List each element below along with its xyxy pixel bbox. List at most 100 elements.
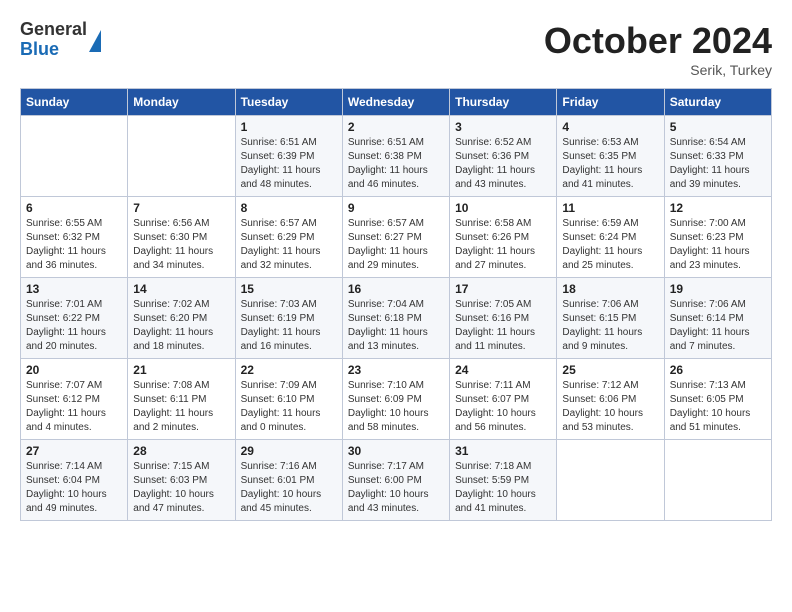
day-info: Sunrise: 6:57 AMSunset: 6:29 PMDaylight:… bbox=[241, 217, 337, 273]
day-info: Sunrise: 7:13 AMSunset: 6:05 PMDaylight:… bbox=[670, 379, 766, 435]
day-info: Sunrise: 6:52 AMSunset: 6:36 PMDaylight:… bbox=[455, 136, 551, 192]
day-number: 16 bbox=[348, 282, 444, 296]
calendar-day bbox=[21, 116, 128, 197]
day-number: 12 bbox=[670, 201, 766, 215]
day-number: 6 bbox=[26, 201, 122, 215]
calendar-day: 13Sunrise: 7:01 AMSunset: 6:22 PMDayligh… bbox=[21, 278, 128, 359]
month-title: October 2024 bbox=[544, 20, 772, 62]
day-number: 26 bbox=[670, 363, 766, 377]
day-number: 30 bbox=[348, 444, 444, 458]
calendar-day: 2 Sunrise: 6:51 AMSunset: 6:38 PMDaylight… bbox=[342, 116, 449, 197]
calendar-day bbox=[664, 440, 771, 521]
day-number: 29 bbox=[241, 444, 337, 458]
day-info: Sunrise: 6:51 AMSunset: 6:38 PMDaylight:… bbox=[348, 136, 444, 192]
calendar-day: 26 Sunrise: 7:13 AMSunset: 6:05 PMDayligh… bbox=[664, 359, 771, 440]
calendar-day: 24 Sunrise: 7:11 AMSunset: 6:07 PMDayligh… bbox=[450, 359, 557, 440]
calendar-week-3: 13Sunrise: 7:01 AMSunset: 6:22 PMDayligh… bbox=[21, 278, 772, 359]
day-number: 2 bbox=[348, 120, 444, 134]
day-number: 9 bbox=[348, 201, 444, 215]
day-number: 19 bbox=[670, 282, 766, 296]
calendar-day: 9 Sunrise: 6:57 AMSunset: 6:27 PMDaylight… bbox=[342, 197, 449, 278]
logo-text: General Blue bbox=[20, 20, 87, 60]
day-number: 5 bbox=[670, 120, 766, 134]
day-number: 3 bbox=[455, 120, 551, 134]
day-info: Sunrise: 6:53 AMSunset: 6:35 PMDaylight:… bbox=[562, 136, 658, 192]
day-info: Sunrise: 7:10 AMSunset: 6:09 PMDaylight:… bbox=[348, 379, 444, 435]
day-info: Sunrise: 7:06 AMSunset: 6:15 PMDaylight:… bbox=[562, 298, 658, 354]
calendar-day: 6 Sunrise: 6:55 AMSunset: 6:32 PMDaylight… bbox=[21, 197, 128, 278]
weekday-header-row: SundayMondayTuesdayWednesdayThursdayFrid… bbox=[21, 89, 772, 116]
weekday-header-sunday: Sunday bbox=[21, 89, 128, 116]
logo-icon bbox=[89, 30, 101, 52]
calendar-day: 19 Sunrise: 7:06 AMSunset: 6:14 PMDayligh… bbox=[664, 278, 771, 359]
calendar-day: 29 Sunrise: 7:16 AMSunset: 6:01 PMDayligh… bbox=[235, 440, 342, 521]
calendar-day: 20 Sunrise: 7:07 AMSunset: 6:12 PMDayligh… bbox=[21, 359, 128, 440]
calendar-day: 4 Sunrise: 6:53 AMSunset: 6:35 PMDaylight… bbox=[557, 116, 664, 197]
day-info: Sunrise: 7:14 AMSunset: 6:04 PMDaylight:… bbox=[26, 460, 122, 516]
day-info: Sunrise: 7:16 AMSunset: 6:01 PMDaylight:… bbox=[241, 460, 337, 516]
calendar-day: 17Sunrise: 7:05 AMSunset: 6:16 PMDayligh… bbox=[450, 278, 557, 359]
calendar-day bbox=[128, 116, 235, 197]
day-info: Sunrise: 7:12 AMSunset: 6:06 PMDaylight:… bbox=[562, 379, 658, 435]
day-info: Sunrise: 7:18 AMSunset: 5:59 PMDaylight:… bbox=[455, 460, 551, 516]
calendar-day: 16 Sunrise: 7:04 AMSunset: 6:18 PMDayligh… bbox=[342, 278, 449, 359]
day-info: Sunrise: 7:00 AMSunset: 6:23 PMDaylight:… bbox=[670, 217, 766, 273]
calendar-day: 23 Sunrise: 7:10 AMSunset: 6:09 PMDayligh… bbox=[342, 359, 449, 440]
day-number: 4 bbox=[562, 120, 658, 134]
day-number: 15 bbox=[241, 282, 337, 296]
weekday-header-wednesday: Wednesday bbox=[342, 89, 449, 116]
calendar-day: 3 Sunrise: 6:52 AMSunset: 6:36 PMDaylight… bbox=[450, 116, 557, 197]
weekday-header-monday: Monday bbox=[128, 89, 235, 116]
calendar-day: 10 Sunrise: 6:58 AMSunset: 6:26 PMDayligh… bbox=[450, 197, 557, 278]
calendar-day: 11Sunrise: 6:59 AMSunset: 6:24 PMDayligh… bbox=[557, 197, 664, 278]
location: Serik, Turkey bbox=[544, 62, 772, 78]
day-number: 24 bbox=[455, 363, 551, 377]
calendar-day: 30 Sunrise: 7:17 AMSunset: 6:00 PMDayligh… bbox=[342, 440, 449, 521]
day-number: 27 bbox=[26, 444, 122, 458]
weekday-header-tuesday: Tuesday bbox=[235, 89, 342, 116]
day-info: Sunrise: 6:58 AMSunset: 6:26 PMDaylight:… bbox=[455, 217, 551, 273]
day-number: 11 bbox=[562, 201, 658, 215]
day-info: Sunrise: 6:57 AMSunset: 6:27 PMDaylight:… bbox=[348, 217, 444, 273]
day-number: 18 bbox=[562, 282, 658, 296]
calendar-day: 1 Sunrise: 6:51 AMSunset: 6:39 PMDaylight… bbox=[235, 116, 342, 197]
day-number: 7 bbox=[133, 201, 229, 215]
day-info: Sunrise: 7:02 AMSunset: 6:20 PMDaylight:… bbox=[133, 298, 229, 354]
day-info: Sunrise: 6:51 AMSunset: 6:39 PMDaylight:… bbox=[241, 136, 337, 192]
day-number: 31 bbox=[455, 444, 551, 458]
calendar-day: 14Sunrise: 7:02 AMSunset: 6:20 PMDayligh… bbox=[128, 278, 235, 359]
day-info: Sunrise: 7:03 AMSunset: 6:19 PMDaylight:… bbox=[241, 298, 337, 354]
day-info: Sunrise: 7:11 AMSunset: 6:07 PMDaylight:… bbox=[455, 379, 551, 435]
logo: General Blue bbox=[20, 20, 101, 60]
calendar-table: SundayMondayTuesdayWednesdayThursdayFrid… bbox=[20, 88, 772, 521]
calendar-day bbox=[557, 440, 664, 521]
calendar-day: 18 Sunrise: 7:06 AMSunset: 6:15 PMDayligh… bbox=[557, 278, 664, 359]
day-number: 22 bbox=[241, 363, 337, 377]
day-info: Sunrise: 7:06 AMSunset: 6:14 PMDaylight:… bbox=[670, 298, 766, 354]
page-header: General Blue October 2024 Serik, Turkey bbox=[20, 20, 772, 78]
day-number: 20 bbox=[26, 363, 122, 377]
day-number: 13 bbox=[26, 282, 122, 296]
day-number: 23 bbox=[348, 363, 444, 377]
title-block: October 2024 Serik, Turkey bbox=[544, 20, 772, 78]
weekday-header-friday: Friday bbox=[557, 89, 664, 116]
logo-general: General bbox=[20, 20, 87, 40]
calendar-day: 12 Sunrise: 7:00 AMSunset: 6:23 PMDayligh… bbox=[664, 197, 771, 278]
day-info: Sunrise: 7:07 AMSunset: 6:12 PMDaylight:… bbox=[26, 379, 122, 435]
calendar-day: 28Sunrise: 7:15 AMSunset: 6:03 PMDayligh… bbox=[128, 440, 235, 521]
day-info: Sunrise: 7:17 AMSunset: 6:00 PMDaylight:… bbox=[348, 460, 444, 516]
day-info: Sunrise: 6:54 AMSunset: 6:33 PMDaylight:… bbox=[670, 136, 766, 192]
day-info: Sunrise: 6:55 AMSunset: 6:32 PMDaylight:… bbox=[26, 217, 122, 273]
calendar-day: 21Sunrise: 7:08 AMSunset: 6:11 PMDayligh… bbox=[128, 359, 235, 440]
calendar-day: 31 Sunrise: 7:18 AMSunset: 5:59 PMDayligh… bbox=[450, 440, 557, 521]
day-number: 1 bbox=[241, 120, 337, 134]
day-number: 10 bbox=[455, 201, 551, 215]
weekday-header-saturday: Saturday bbox=[664, 89, 771, 116]
day-number: 8 bbox=[241, 201, 337, 215]
calendar-day: 25Sunrise: 7:12 AMSunset: 6:06 PMDayligh… bbox=[557, 359, 664, 440]
logo-blue: Blue bbox=[20, 40, 87, 60]
calendar-week-4: 20 Sunrise: 7:07 AMSunset: 6:12 PMDayligh… bbox=[21, 359, 772, 440]
day-info: Sunrise: 7:04 AMSunset: 6:18 PMDaylight:… bbox=[348, 298, 444, 354]
day-info: Sunrise: 7:05 AMSunset: 6:16 PMDaylight:… bbox=[455, 298, 551, 354]
calendar-day: 8 Sunrise: 6:57 AMSunset: 6:29 PMDaylight… bbox=[235, 197, 342, 278]
